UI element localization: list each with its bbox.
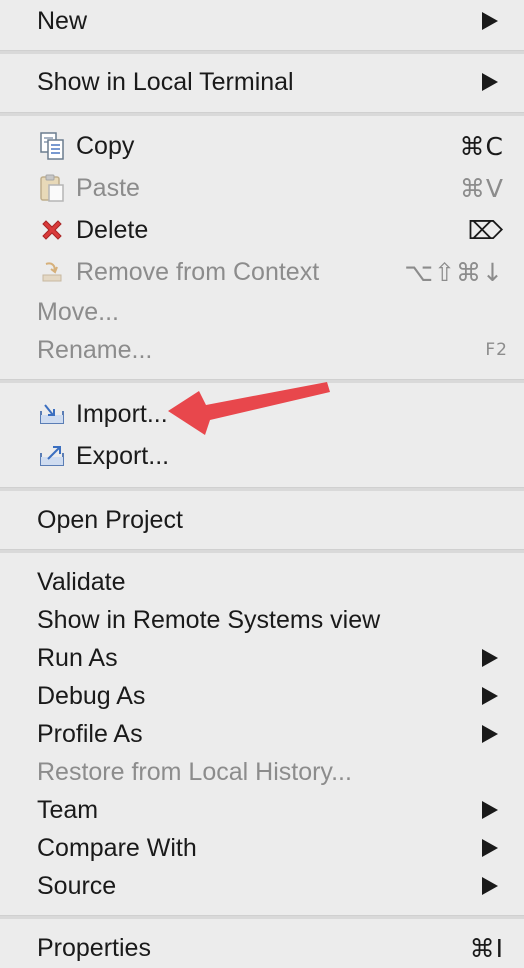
submenu-arrow-icon xyxy=(482,687,498,705)
menu-item-paste[interactable]: Paste ⌘V xyxy=(0,169,524,207)
menu-item-remove-from-context[interactable]: Remove from Context ⌥⇧⌘↓ xyxy=(0,253,524,291)
remove-context-icon xyxy=(36,256,68,288)
menu-item-run-as[interactable]: Run As xyxy=(0,639,524,677)
menu-item-label: Restore from Local History... xyxy=(37,757,352,786)
submenu-arrow-icon xyxy=(482,877,498,895)
menu-item-show-in-remote-systems[interactable]: Show in Remote Systems view xyxy=(0,601,524,639)
submenu-arrow-icon xyxy=(482,839,498,857)
shortcut-label: ⌘I xyxy=(469,933,504,963)
forward-delete-icon: ⌦ xyxy=(467,215,504,245)
menu-item-debug-as[interactable]: Debug As xyxy=(0,677,524,715)
menu-separator xyxy=(0,549,524,553)
menu-item-label: Run As xyxy=(37,643,118,672)
menu-item-label: Paste xyxy=(76,173,140,202)
menu-separator xyxy=(0,112,524,116)
menu-item-restore-from-local-history[interactable]: Restore from Local History... xyxy=(0,753,524,791)
menu-item-move[interactable]: Move... xyxy=(0,293,524,331)
menu-item-source[interactable]: Source xyxy=(0,867,524,905)
menu-item-open-project[interactable]: Open Project xyxy=(0,501,524,539)
menu-item-label: Show in Remote Systems view xyxy=(37,605,381,634)
submenu-arrow-icon xyxy=(482,801,498,819)
menu-item-export[interactable]: Export... xyxy=(0,437,524,475)
menu-item-label: Profile As xyxy=(37,719,143,748)
menu-item-new[interactable]: New xyxy=(0,2,524,40)
delete-icon xyxy=(36,214,68,246)
menu-item-rename[interactable]: Rename... F2 xyxy=(0,331,524,369)
menu-item-label: Compare With xyxy=(37,833,197,862)
submenu-arrow-icon xyxy=(482,725,498,743)
shortcut-label: ⌘V xyxy=(459,173,504,203)
menu-item-label: Copy xyxy=(76,131,135,160)
menu-item-import[interactable]: Import... xyxy=(0,395,524,433)
menu-item-properties[interactable]: Properties ⌘I xyxy=(0,929,524,967)
export-icon xyxy=(36,440,68,472)
shortcut-label: ⌥⇧⌘↓ xyxy=(404,257,504,287)
menu-item-validate[interactable]: Validate xyxy=(0,563,524,601)
menu-separator xyxy=(0,487,524,491)
menu-item-label: Rename... xyxy=(37,335,153,364)
shortcut-label: ⌘C xyxy=(459,131,504,161)
submenu-arrow-icon xyxy=(482,12,498,30)
menu-separator xyxy=(0,915,524,919)
import-icon xyxy=(36,398,68,430)
menu-item-label: Debug As xyxy=(37,681,146,710)
menu-item-label: Remove from Context xyxy=(76,257,320,286)
menu-item-label: Import... xyxy=(76,399,168,428)
menu-item-compare-with[interactable]: Compare With xyxy=(0,829,524,867)
menu-item-copy[interactable]: Copy ⌘C xyxy=(0,127,524,165)
menu-item-label: Properties xyxy=(37,933,151,962)
shortcut-label: F2 xyxy=(485,340,508,360)
menu-item-delete[interactable]: Delete ⌦ xyxy=(0,211,524,249)
paste-icon xyxy=(36,172,68,204)
menu-item-profile-as[interactable]: Profile As xyxy=(0,715,524,753)
context-menu: New Show in Local Terminal Copy ⌘C Paste… xyxy=(0,0,524,968)
menu-separator xyxy=(0,379,524,383)
menu-item-label: Source xyxy=(37,871,117,900)
menu-item-label: Team xyxy=(37,795,99,824)
menu-item-label: Move... xyxy=(37,297,119,326)
menu-item-label: Validate xyxy=(37,567,126,596)
menu-item-label: Show in Local Terminal xyxy=(37,67,294,96)
menu-item-label: Export... xyxy=(76,441,170,470)
menu-separator xyxy=(0,50,524,54)
menu-item-label: Open Project xyxy=(37,505,183,534)
menu-item-show-in-local-terminal[interactable]: Show in Local Terminal xyxy=(0,63,524,101)
menu-item-label: Delete xyxy=(76,215,149,244)
submenu-arrow-icon xyxy=(482,649,498,667)
menu-item-team[interactable]: Team xyxy=(0,791,524,829)
submenu-arrow-icon xyxy=(482,73,498,91)
copy-icon xyxy=(36,130,68,162)
menu-item-label: New xyxy=(37,6,88,35)
